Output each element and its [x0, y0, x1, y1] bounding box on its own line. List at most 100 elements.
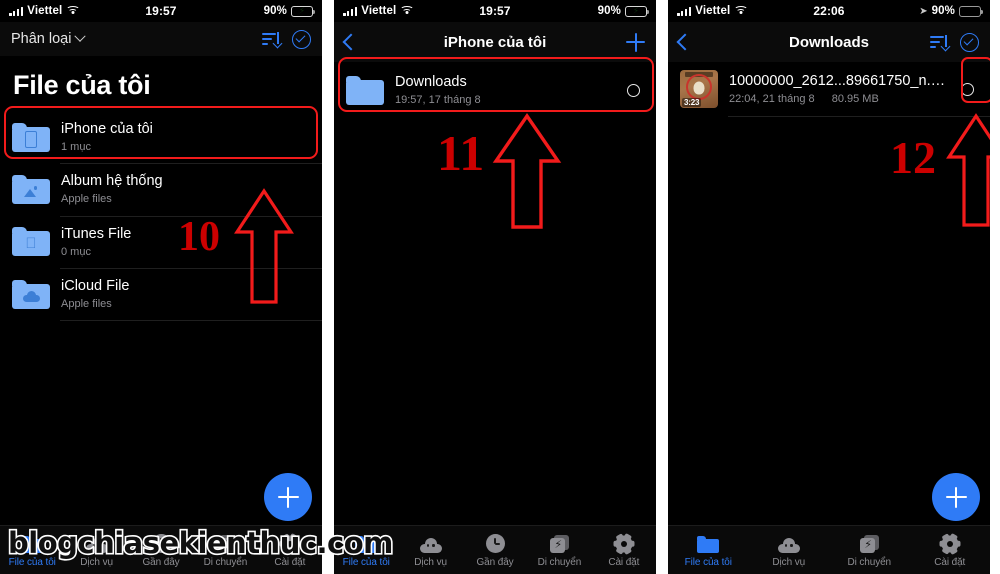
- status-left: Viettel: [9, 5, 80, 17]
- check-circle-icon[interactable]: [960, 32, 979, 52]
- tab-di-chuyen[interactable]: ⚡ Di chuyển: [829, 532, 910, 568]
- carrier-label: Viettel: [695, 5, 731, 17]
- list-item[interactable]: Downloads 19:57, 17 tháng 8: [334, 62, 656, 118]
- item-name: Album hệ thống: [61, 173, 163, 190]
- signal-bars-icon: [677, 6, 692, 16]
- carrier-label: Viettel: [27, 5, 63, 17]
- list-item[interactable]: iCloud File Apple files: [0, 267, 322, 320]
- nav-bar: Phân loại: [0, 22, 322, 56]
- add-button[interactable]: [932, 473, 980, 521]
- item-sub: 19:57, 17 tháng 8: [395, 94, 481, 107]
- annotation-arrow: [491, 113, 563, 231]
- tab-label: Di chuyển: [847, 557, 892, 568]
- page-title: iPhone của tôi: [443, 33, 547, 51]
- sort-label: Phân loại: [11, 31, 72, 47]
- battery-percent: 90%: [931, 5, 955, 17]
- battery-charging-icon: ⚡: [291, 5, 316, 17]
- select-radio[interactable]: [961, 82, 974, 96]
- item-sub: Apple files: [61, 298, 112, 311]
- gear-icon: [613, 532, 635, 555]
- tab-label: Gần đây: [476, 557, 514, 568]
- panel-divider: [656, 0, 668, 574]
- tab-label: Cài đặt: [608, 557, 640, 568]
- wifi-icon: [65, 6, 80, 16]
- status-right: 90% ⚡: [264, 5, 316, 17]
- item-sub: 1 mục: [61, 141, 91, 154]
- transfer-icon: ⚡: [549, 532, 569, 553]
- tab-label: Di chuyển: [537, 557, 582, 568]
- signal-bars-icon: [343, 6, 358, 16]
- page-title: File của tôi: [13, 70, 151, 100]
- list-item[interactable]: iPhone của tôi 1 mục: [0, 111, 322, 163]
- chevron-down-icon: [74, 30, 87, 42]
- item-sub: 22:04, 21 tháng 8 80.95 MB: [729, 93, 950, 106]
- annotation-number: 12: [890, 132, 936, 183]
- sort-dropdown[interactable]: Phân loại: [11, 30, 87, 47]
- tab-label: File của tôi: [684, 557, 732, 568]
- folder-apple-icon: : [12, 227, 50, 257]
- panel-divider: [990, 0, 1000, 574]
- annotation-arrow: [945, 113, 990, 228]
- status-bar: Viettel 19:57 90% ⚡: [334, 0, 656, 22]
- sort-icon[interactable]: [262, 32, 283, 49]
- item-name: Downloads: [395, 74, 467, 90]
- back-button[interactable]: [342, 33, 360, 51]
- item-time: 22:04, 21 tháng 8: [729, 92, 815, 105]
- plus-icon[interactable]: [626, 32, 645, 52]
- cloud-icon: [777, 532, 800, 553]
- wifi-icon: [733, 6, 748, 16]
- tab-dich-vu[interactable]: Dịch vụ: [749, 532, 830, 568]
- tab-gan-day[interactable]: Gần đây: [463, 532, 527, 568]
- wifi-icon: [399, 6, 414, 16]
- add-button[interactable]: [264, 473, 312, 521]
- nav-actions: [626, 32, 645, 52]
- file-list: iPhone của tôi 1 mục Album hệ thống Appl…: [0, 111, 322, 322]
- battery-icon: [959, 5, 984, 17]
- phone-panel-2: Viettel 19:57 90% ⚡ iPhone của tôi Downl…: [334, 0, 656, 574]
- back-chevron-icon: [342, 33, 360, 51]
- item-name: iTunes File: [61, 225, 132, 242]
- battery-percent: 90%: [597, 5, 621, 17]
- item-sub: 0 mục: [61, 245, 91, 258]
- tab-di-chuyen[interactable]: ⚡ Di chuyển: [527, 532, 591, 568]
- screenshot-stage: Viettel 19:57 90% ⚡ Phân loại File của t…: [0, 0, 1000, 574]
- list-item[interactable]: 3:23 10000000_2612...89661750_n.mp4 22:0…: [668, 62, 990, 116]
- watermark: blogchiasekienthuc.com: [6, 524, 395, 561]
- list-item[interactable]:  iTunes File 0 mục: [0, 215, 322, 268]
- battery-charging-icon: ⚡: [625, 5, 650, 17]
- status-left: Viettel: [343, 5, 414, 17]
- phone-panel-3: Viettel 22:06 ➤ 90% Downloads 3:23 10000…: [668, 0, 990, 574]
- select-radio[interactable]: [627, 83, 640, 97]
- status-right: ➤ 90%: [919, 5, 984, 17]
- tab-label: Dịch vụ: [772, 557, 806, 568]
- status-left: Viettel: [677, 5, 748, 17]
- gear-icon: [939, 532, 961, 555]
- item-name: 10000000_2612...89661750_n.mp4: [729, 72, 950, 89]
- back-chevron-icon: [676, 33, 694, 51]
- folder-photo-icon: [12, 174, 50, 204]
- back-button[interactable]: [676, 33, 694, 51]
- annotation-number: 11: [437, 125, 485, 181]
- check-circle-icon[interactable]: [292, 29, 311, 49]
- signal-bars-icon: [9, 6, 24, 16]
- status-right: 90% ⚡: [597, 5, 650, 17]
- tab-dich-vu[interactable]: Dịch vụ: [398, 532, 462, 568]
- sort-icon[interactable]: [930, 35, 951, 52]
- folder-phone-icon: [12, 122, 50, 152]
- video-duration: 3:23: [682, 98, 702, 107]
- nav-actions: [262, 29, 311, 49]
- status-bar: Viettel 19:57 90% ⚡: [0, 0, 322, 22]
- folder-cloud-icon: [12, 279, 50, 309]
- location-icon: ➤: [919, 5, 928, 17]
- list-item[interactable]: Album hệ thống Apple files: [0, 163, 322, 215]
- item-name: iPhone của tôi: [61, 121, 153, 137]
- nav-bar: Downloads: [668, 22, 990, 62]
- nav-bar: iPhone của tôi: [334, 22, 656, 62]
- carrier-label: Viettel: [361, 5, 397, 17]
- tab-cai-dat[interactable]: Cài đặt: [910, 532, 991, 568]
- tab-label: Dịch vụ: [414, 557, 447, 568]
- tab-cai-dat[interactable]: Cài đặt: [592, 532, 656, 568]
- folder-icon: [346, 75, 384, 105]
- tab-bar: File của tôi Dịch vụ ⚡ Di chuyển Cài đặt: [668, 525, 990, 574]
- tab-file-cua-toi[interactable]: File của tôi: [668, 532, 749, 568]
